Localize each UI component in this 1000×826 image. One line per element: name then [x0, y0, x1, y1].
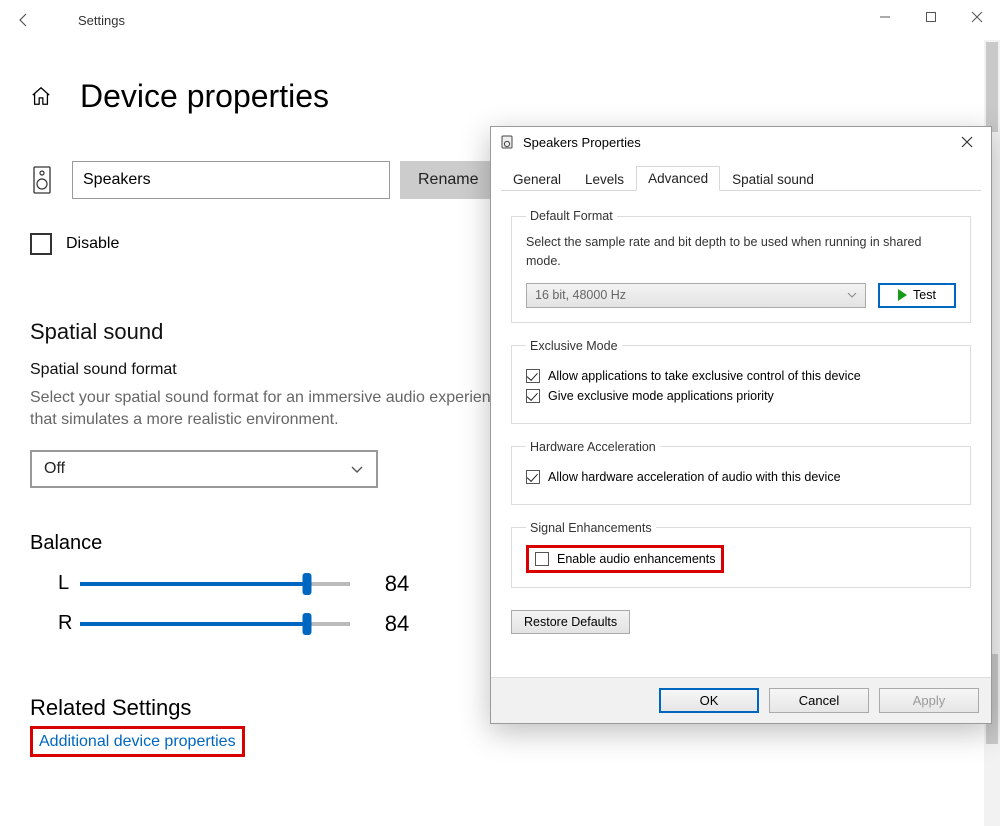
- additional-device-properties-link[interactable]: Additional device properties: [39, 733, 236, 751]
- speaker-icon: [499, 134, 515, 150]
- ok-button[interactable]: OK: [659, 688, 759, 713]
- settings-window: Settings Device properties Rename Disabl…: [0, 0, 1000, 826]
- balance-left-value: 84: [372, 571, 422, 597]
- play-icon: [898, 289, 907, 301]
- back-button[interactable]: [8, 4, 40, 36]
- disable-label: Disable: [66, 235, 119, 253]
- rename-button[interactable]: Rename: [400, 161, 496, 199]
- hardware-acceleration-label: Allow hardware acceleration of audio wit…: [548, 470, 841, 484]
- hardware-acceleration-legend: Hardware Acceleration: [526, 440, 660, 454]
- window-controls: [862, 0, 1000, 34]
- exclusive-priority-label: Give exclusive mode applications priorit…: [548, 389, 774, 403]
- disable-checkbox[interactable]: [30, 233, 52, 255]
- sample-rate-select[interactable]: 16 bit, 48000 Hz: [526, 283, 866, 308]
- hardware-acceleration-group: Hardware Acceleration Allow hardware acc…: [511, 440, 971, 505]
- signal-enhancements-legend: Signal Enhancements: [526, 521, 656, 535]
- scrollbar-thumb[interactable]: [986, 42, 998, 132]
- hardware-acceleration-checkbox[interactable]: [526, 470, 540, 484]
- chevron-down-icon: [847, 290, 857, 300]
- titlebar: Settings: [0, 0, 1000, 40]
- slider-thumb[interactable]: [302, 573, 311, 595]
- exclusive-priority-checkbox[interactable]: [526, 389, 540, 403]
- balance-right-value: 84: [372, 611, 422, 637]
- dialog-body: Default Format Select the sample rate an…: [491, 191, 991, 634]
- dialog-tabs: General Levels Advanced Spatial sound: [501, 165, 981, 191]
- exclusive-control-label: Allow applications to take exclusive con…: [548, 369, 861, 383]
- enable-audio-enhancements-label: Enable audio enhancements: [557, 552, 715, 566]
- dialog-title: Speakers Properties: [523, 135, 641, 150]
- default-format-legend: Default Format: [526, 209, 617, 223]
- tab-general[interactable]: General: [501, 167, 573, 191]
- home-icon[interactable]: [30, 85, 54, 109]
- device-name-input[interactable]: [72, 161, 390, 199]
- spatial-sound-select[interactable]: Off: [30, 450, 378, 488]
- highlight-enable-enhancements: Enable audio enhancements: [526, 545, 724, 573]
- minimize-button[interactable]: [862, 0, 908, 34]
- balance-right-slider[interactable]: [80, 622, 350, 626]
- dialog-close-button[interactable]: [947, 129, 987, 155]
- restore-defaults-button[interactable]: Restore Defaults: [511, 610, 630, 634]
- dialog-footer: OK Cancel Apply: [491, 677, 991, 723]
- page-title: Device properties: [80, 78, 329, 115]
- window-title: Settings: [78, 13, 125, 28]
- highlight-link: Additional device properties: [30, 726, 245, 757]
- default-format-group: Default Format Select the sample rate an…: [511, 209, 971, 323]
- balance-left-slider[interactable]: [80, 582, 350, 586]
- tab-levels[interactable]: Levels: [573, 167, 636, 191]
- apply-button[interactable]: Apply: [879, 688, 979, 713]
- chevron-down-icon: [350, 462, 364, 476]
- sample-rate-value: 16 bit, 48000 Hz: [535, 288, 626, 302]
- speakers-properties-dialog: Speakers Properties General Levels Advan…: [490, 126, 992, 724]
- balance-left-label: L: [30, 572, 64, 595]
- page-header: Device properties: [30, 78, 1000, 115]
- balance-right-label: R: [30, 612, 64, 635]
- tab-advanced[interactable]: Advanced: [636, 166, 720, 191]
- enable-audio-enhancements-checkbox[interactable]: [535, 552, 549, 566]
- spatial-sound-hint: Select your spatial sound format for an …: [30, 387, 510, 432]
- maximize-button[interactable]: [908, 0, 954, 34]
- test-label: Test: [913, 288, 936, 302]
- exclusive-mode-legend: Exclusive Mode: [526, 339, 622, 353]
- slider-thumb[interactable]: [302, 613, 311, 635]
- speaker-icon: [30, 165, 54, 195]
- cancel-button[interactable]: Cancel: [769, 688, 869, 713]
- tab-spatial-sound[interactable]: Spatial sound: [720, 167, 826, 191]
- test-button[interactable]: Test: [878, 283, 956, 308]
- dialog-titlebar: Speakers Properties: [491, 127, 991, 157]
- exclusive-control-checkbox[interactable]: [526, 369, 540, 383]
- spatial-sound-value: Off: [44, 460, 65, 478]
- exclusive-mode-group: Exclusive Mode Allow applications to tak…: [511, 339, 971, 424]
- signal-enhancements-group: Signal Enhancements Enable audio enhance…: [511, 521, 971, 588]
- close-button[interactable]: [954, 0, 1000, 34]
- default-format-desc: Select the sample rate and bit depth to …: [526, 233, 956, 271]
